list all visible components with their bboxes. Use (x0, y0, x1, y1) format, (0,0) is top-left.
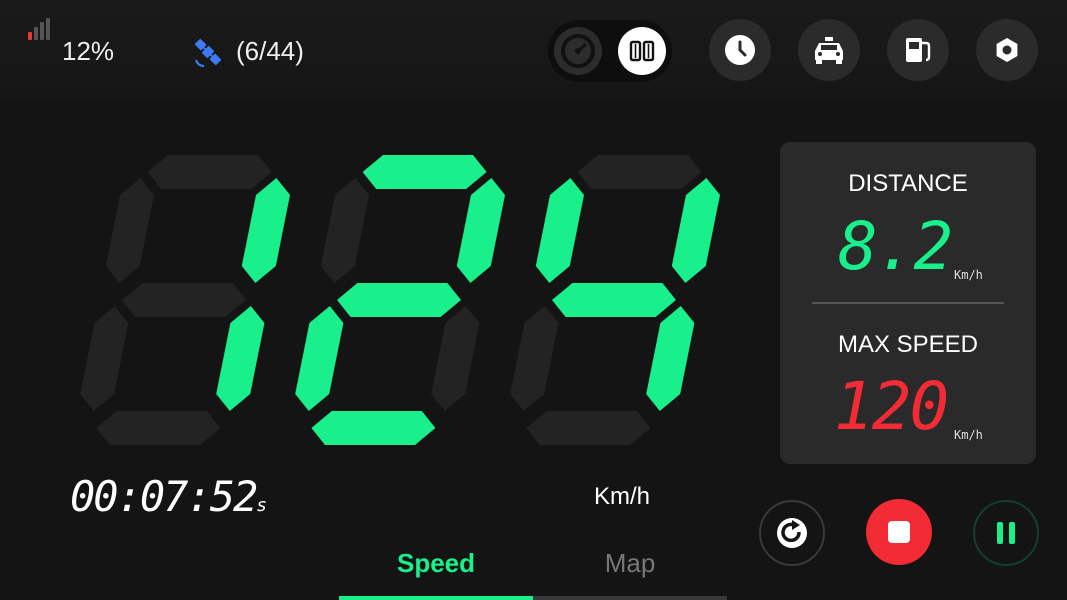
tab-speed[interactable]: Speed (339, 548, 533, 579)
tab-map[interactable]: Map (533, 548, 727, 579)
speed-digit-1-segment-e (295, 306, 344, 411)
speed-digit-2-segment-b (671, 178, 720, 283)
speed-digit-1-segment-g (337, 283, 461, 317)
max-speed-unit: Km/h (954, 428, 983, 442)
speed-digit-0-segment-c (216, 306, 265, 411)
trip-timer: 00:07:52s (70, 472, 267, 521)
distance-label: DISTANCE (848, 170, 968, 197)
speed-digit-0-segment-d (96, 411, 221, 445)
distance-unit: Km/h (954, 268, 983, 282)
distance-value: 8.2 (838, 208, 953, 285)
speed-digit-0-segment-a (147, 155, 272, 189)
speed-display (80, 155, 720, 445)
speed-digit-2-segment-a (577, 155, 702, 189)
timer-unit: s (256, 495, 268, 516)
digital-mode-button[interactable] (618, 27, 666, 75)
mode-toggle (548, 20, 672, 82)
car-icon (815, 37, 843, 64)
history-icon (725, 35, 755, 65)
speed-digit-1-segment-d (311, 411, 436, 445)
stats-divider (812, 302, 1004, 304)
speed-digit-0-segment-b (241, 178, 290, 283)
gauge-icon (561, 34, 595, 68)
gauge-mode-button[interactable] (554, 27, 602, 75)
max-speed-label: MAX SPEED (837, 331, 979, 358)
signal-text: 12% (62, 36, 115, 66)
satellite-count: (6/44) (236, 36, 304, 66)
speed-digit-1-segment-b (456, 178, 505, 283)
car-button[interactable] (798, 19, 860, 81)
speed-digit-1-segment-c (431, 306, 480, 411)
speed-digit-2-segment-g (552, 283, 676, 317)
pause-icon (997, 522, 1015, 544)
speed-digit-2-segment-e (510, 306, 559, 411)
tab-speed-indicator (339, 596, 533, 600)
stats-card: DISTANCE 8.2 Km/h MAX SPEED 120 Km/h (780, 142, 1036, 464)
pause-button[interactable] (973, 500, 1039, 566)
history-button[interactable] (709, 19, 771, 81)
speed-digit-2-segment-d (526, 411, 651, 445)
speed-digit-1-segment-a (362, 155, 487, 189)
speed-digit-0-segment-g (122, 283, 246, 317)
speed-digit-2-segment-c (646, 306, 695, 411)
satellite-icon (194, 38, 222, 67)
speed-unit: Km/h (594, 483, 651, 510)
stop-icon (888, 521, 910, 543)
reset-icon (777, 518, 807, 548)
fuel-icon (906, 38, 931, 62)
speed-digit-1-segment-f (320, 178, 369, 283)
settings-button[interactable] (976, 19, 1038, 81)
tab-map-indicator (533, 596, 727, 600)
stop-button[interactable] (866, 499, 932, 565)
fuel-button[interactable] (887, 19, 949, 81)
speed-digit-0-segment-f (105, 178, 154, 283)
max-speed-value: 120 (834, 368, 949, 445)
speed-digit-0-segment-e (80, 306, 129, 411)
speed-digit-2-segment-f (535, 178, 584, 283)
reset-button[interactable] (759, 500, 825, 566)
digital-icon (623, 32, 661, 70)
timer-value: 00:07:52 (70, 472, 258, 521)
settings-icon (996, 38, 1018, 62)
